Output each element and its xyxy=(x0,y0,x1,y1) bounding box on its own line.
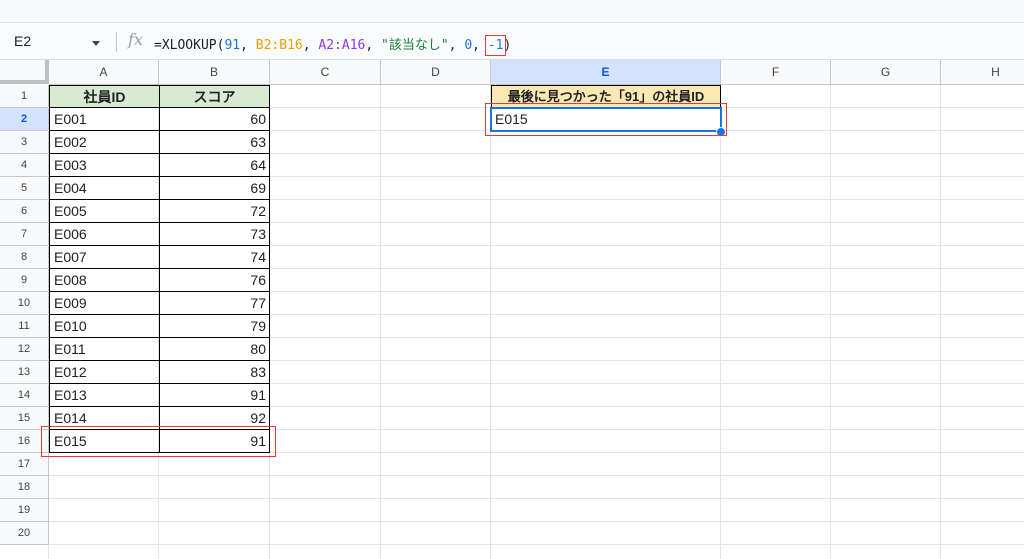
gridline-vertical xyxy=(380,85,381,559)
cell-score[interactable]: 72 xyxy=(159,199,270,223)
row-header-6[interactable]: 6 xyxy=(0,200,49,223)
cell-score[interactable]: 77 xyxy=(159,291,270,315)
cell-score[interactable]: 73 xyxy=(159,222,270,246)
column-header-e[interactable]: E xyxy=(491,60,721,85)
row-header-10[interactable]: 10 xyxy=(0,292,49,315)
fx-icon: fx xyxy=(128,30,143,49)
cell-employee-id[interactable]: E009 xyxy=(49,291,160,315)
cell-score[interactable]: 91 xyxy=(159,383,270,407)
cell-a1-header-employee-id[interactable]: 社員ID xyxy=(49,85,160,108)
cell-employee-id[interactable]: E006 xyxy=(49,222,160,246)
row-header-19[interactable]: 19 xyxy=(0,499,49,522)
cell-score[interactable]: 63 xyxy=(159,130,270,154)
cell-employee-id[interactable]: E002 xyxy=(49,130,160,154)
gridline-vertical xyxy=(940,85,941,559)
column-header-d[interactable]: D xyxy=(381,60,491,85)
select-all-corner[interactable] xyxy=(0,60,49,84)
highlight-last-match-row xyxy=(41,426,276,457)
name-box[interactable]: E2 xyxy=(14,33,31,49)
formula-comma: , xyxy=(240,38,256,53)
column-header-c[interactable]: C xyxy=(270,60,381,85)
row-header-12[interactable]: 12 xyxy=(0,338,49,361)
top-toolbar-strip xyxy=(0,0,1024,22)
row-header-5[interactable]: 5 xyxy=(0,177,49,200)
cell-employee-id[interactable]: E008 xyxy=(49,268,160,292)
cell-employee-id[interactable]: E010 xyxy=(49,314,160,338)
gridline-horizontal xyxy=(49,544,1024,545)
formula-not-found-text: "該当なし" xyxy=(381,38,449,53)
chevron-down-icon[interactable] xyxy=(92,41,100,46)
spreadsheet-grid[interactable]: A B C D E F G H 1 2 3 4 5 6 7 8 9 10 11 12 13 14 15 16 17 18 19 20 社… xyxy=(0,60,1024,559)
row-header-3[interactable]: 3 xyxy=(0,131,49,154)
cell-employee-id[interactable]: E007 xyxy=(49,245,160,269)
row-header-7[interactable]: 7 xyxy=(0,223,49,246)
row-header-8[interactable]: 8 xyxy=(0,246,49,269)
gridline-vertical xyxy=(830,85,831,559)
row-header-1[interactable]: 1 xyxy=(0,85,49,108)
cell-employee-id[interactable]: E011 xyxy=(49,337,160,361)
cell-score[interactable]: 64 xyxy=(159,153,270,177)
cell-score[interactable]: 60 xyxy=(159,107,270,131)
formula-range-a: A2:A16 xyxy=(318,38,366,53)
row-header-9[interactable]: 9 xyxy=(0,269,49,292)
cell-employee-id[interactable]: E001 xyxy=(49,107,160,131)
highlight-result-cell xyxy=(485,103,727,136)
formula-comma: , xyxy=(448,38,465,53)
column-header-h[interactable]: H xyxy=(941,60,1024,85)
formula-bar-divider xyxy=(116,32,117,52)
formula-comma: , xyxy=(472,38,488,53)
formula-bar: E2 fx =XLOOKUP(91, B2:B16, A2:A16, "該当なし… xyxy=(0,22,1024,60)
cell-employee-id[interactable]: E012 xyxy=(49,360,160,384)
cell-employee-id[interactable]: E013 xyxy=(49,383,160,407)
cell-score[interactable]: 76 xyxy=(159,268,270,292)
formula-range-b: B2:B16 xyxy=(255,38,303,53)
formula-input[interactable]: =XLOOKUP(91, B2:B16, A2:A16, "該当なし", 0, … xyxy=(154,34,512,56)
cell-b1-header-score[interactable]: スコア xyxy=(159,85,270,108)
cell-score[interactable]: 69 xyxy=(159,176,270,200)
formula-comma: , xyxy=(365,38,382,53)
gridline-vertical xyxy=(490,85,491,559)
gridline-vertical xyxy=(720,85,721,559)
row-header-14[interactable]: 14 xyxy=(0,384,49,407)
formula-prefix: =XLOOKUP( xyxy=(154,38,225,53)
cell-employee-id[interactable]: E004 xyxy=(49,176,160,200)
gridline-horizontal xyxy=(49,521,1024,522)
formula-search-mode: -1 xyxy=(484,35,507,56)
column-header-g[interactable]: G xyxy=(831,60,941,85)
row-header-18[interactable]: 18 xyxy=(0,476,49,499)
cell-score[interactable]: 80 xyxy=(159,337,270,361)
column-header-a[interactable]: A xyxy=(49,60,159,85)
row-header-13[interactable]: 13 xyxy=(0,361,49,384)
cell-employee-id[interactable]: E003 xyxy=(49,153,160,177)
formula-comma: , xyxy=(302,38,319,53)
row-header-11[interactable]: 11 xyxy=(0,315,49,338)
formula-match-mode: 0 xyxy=(464,38,473,53)
cell-score[interactable]: 79 xyxy=(159,314,270,338)
cell-employee-id[interactable]: E005 xyxy=(49,199,160,223)
gridline-horizontal xyxy=(49,498,1024,499)
row-header-2[interactable]: 2 xyxy=(0,108,49,131)
gridline-horizontal xyxy=(49,475,1024,476)
column-header-b[interactable]: B xyxy=(159,60,270,85)
row-header-20[interactable]: 20 xyxy=(0,522,49,545)
formula-suffix: ) xyxy=(503,38,512,53)
column-header-f[interactable]: F xyxy=(721,60,831,85)
row-header-4[interactable]: 4 xyxy=(0,154,49,177)
cell-score[interactable]: 74 xyxy=(159,245,270,269)
cell-score[interactable]: 83 xyxy=(159,360,270,384)
formula-lookup-value: 91 xyxy=(224,38,241,53)
